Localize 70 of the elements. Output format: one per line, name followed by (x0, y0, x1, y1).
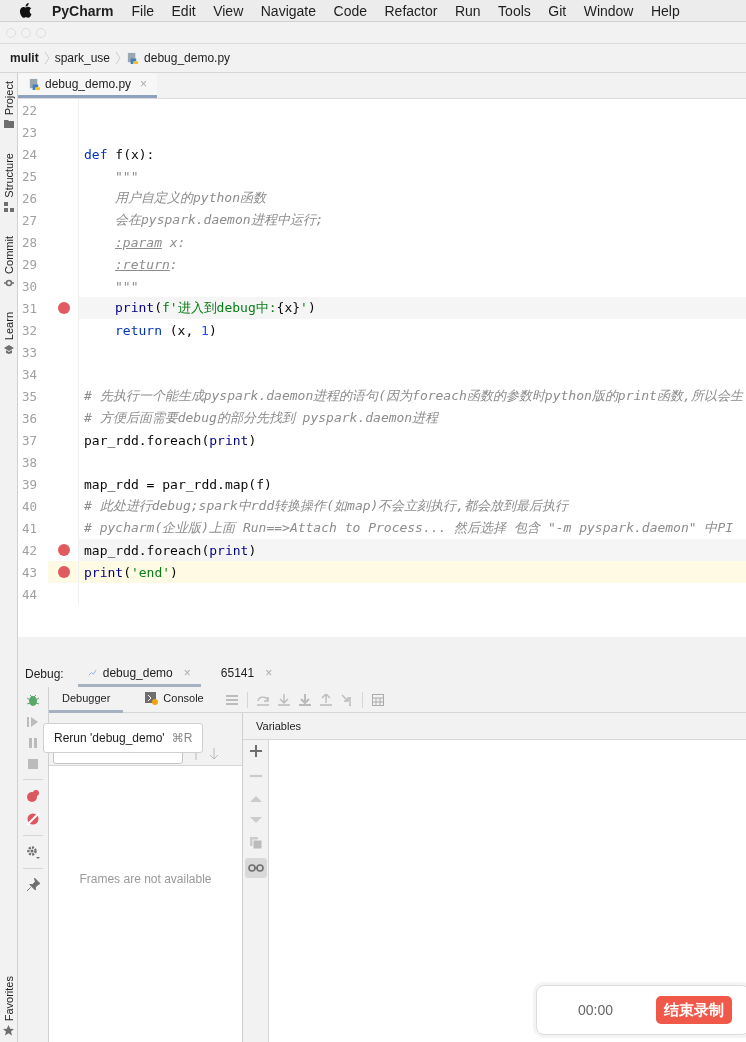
panel-title: Variables (256, 720, 302, 732)
line-number: 39 (21, 476, 39, 492)
tool-window-button[interactable]: Commit (1, 235, 16, 274)
line-number: 41 (21, 520, 39, 536)
menu-item[interactable]: Window (583, 2, 634, 19)
menu-item[interactable]: Git (548, 2, 567, 19)
code-line: :param x: (115, 234, 186, 250)
code-line: def f(x): (84, 146, 155, 162)
line-number: 40 (21, 498, 39, 514)
breadcrumb[interactable]: mulit (10, 51, 39, 65)
tool-window-button[interactable]: Structure (1, 153, 16, 198)
code-line: print('end') (84, 564, 178, 580)
line-number: 34 (21, 366, 39, 382)
debugger-tab[interactable]: Console (132, 686, 217, 713)
line-number: 33 (21, 344, 39, 360)
code-line: map_rdd.foreach(print) (84, 542, 257, 558)
code-line: 会在pyspark.daemon进程中运行; (115, 211, 324, 229)
tool-window-button[interactable]: Project (1, 81, 16, 116)
debugger-tab[interactable]: Debugger (49, 686, 124, 713)
code-line: par_rdd.foreach(print) (84, 432, 257, 448)
menu-item[interactable]: File (131, 2, 155, 19)
tool-window-button[interactable]: Favorites (1, 975, 16, 1021)
session-tab[interactable]: 65141 × (210, 661, 283, 687)
line-number: 24 (21, 146, 39, 162)
code-line: """ (115, 278, 139, 294)
line-number: 42 (21, 542, 39, 558)
code-line: """ (115, 168, 139, 184)
line-number: 22 (21, 102, 39, 118)
timer: 00:00 (578, 1002, 614, 1018)
line-number: 44 (21, 586, 39, 602)
app-menu[interactable]: PyCharm (52, 2, 114, 19)
session-tab[interactable]: debug_demo × (77, 661, 201, 687)
menu-item[interactable]: View (213, 2, 244, 19)
line-number: 38 (21, 454, 39, 470)
code-line: :return: (115, 256, 178, 272)
line-number: 36 (21, 410, 39, 426)
tooltip: Rerun 'debug_demo' ⌘R (43, 723, 204, 753)
code-line: # 先执行一个能生成pyspark.daemon进程的语句(因为foreach函数的参数时python版的print函数,所以会生 (84, 387, 743, 405)
line-number: 27 (21, 212, 39, 228)
breadcrumb[interactable]: spark_use (54, 51, 111, 65)
line-number: 43 (21, 564, 39, 580)
line-number: 25 (21, 168, 39, 184)
empty-message: Frames are not available (79, 872, 212, 888)
code-line: map_rdd = par_rdd.map(f) (84, 476, 272, 492)
line-number: 29 (21, 256, 39, 272)
code-line: 用户自定义的python函数 (115, 189, 266, 207)
menu-item[interactable]: Run (454, 2, 481, 19)
menu-item[interactable]: Refactor (384, 2, 438, 19)
editor-tab[interactable]: debug_demo.py × (18, 73, 158, 98)
menu-item[interactable]: Help (650, 2, 680, 19)
code-line: # 方便后面需要debug的部分先找到 pyspark.daemon进程 (84, 409, 439, 427)
panel-title: Debug: (25, 667, 64, 681)
line-number: 37 (21, 432, 39, 448)
line-number: 31 (21, 300, 39, 316)
code-line: print(f'进入到debug中:{x}') (115, 299, 316, 317)
breadcrumb[interactable]: debug_demo.py (144, 51, 231, 65)
line-number: 23 (21, 124, 39, 140)
menu-item[interactable]: Edit (171, 2, 196, 19)
code-line: # 此处进行debug;spark中rdd转换操作(如map)不会立刻执行,都会放到最后执行 (84, 497, 569, 515)
menu-item[interactable]: Navigate (260, 2, 316, 19)
line-number: 28 (21, 234, 39, 250)
line-number: 32 (21, 322, 39, 338)
menu-item[interactable]: Code (333, 2, 367, 19)
menu-item[interactable]: Tools (498, 2, 531, 19)
line-number: 30 (21, 278, 39, 294)
line-number: 26 (21, 190, 39, 206)
code-line: # pycharm(企业版)上面 Run==>Attach to Process... 然后选择 包含 "-m pyspark.daemon" 中PI (84, 519, 734, 537)
code-line: return (x, 1) (115, 322, 217, 338)
tool-window-button[interactable]: Learn (1, 311, 16, 340)
line-number: 35 (21, 388, 39, 404)
